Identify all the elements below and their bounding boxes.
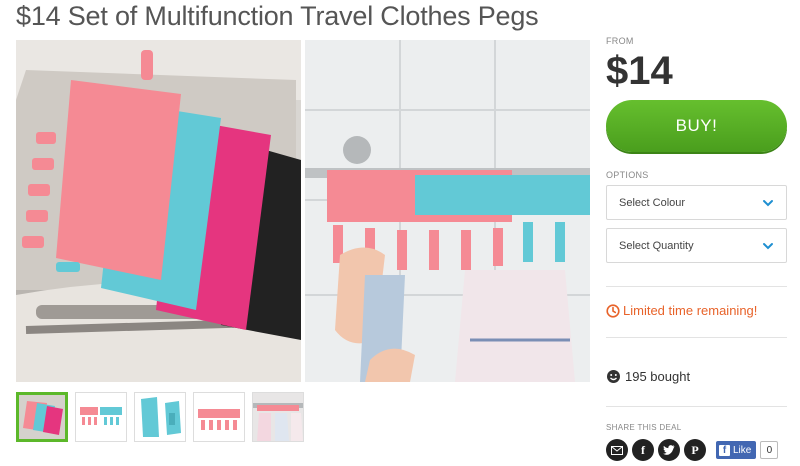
chevron-down-icon	[763, 199, 773, 206]
thumbnail-5[interactable]	[252, 392, 304, 442]
select-colour-dropdown[interactable]: Select Colour	[606, 185, 787, 220]
main-product-image[interactable]	[16, 40, 590, 382]
bought-count-text: 195 bought	[625, 369, 691, 384]
chevron-down-icon	[763, 242, 773, 249]
limited-time-notice: Limited time remaining!	[606, 303, 757, 318]
from-label: FROM	[606, 36, 634, 46]
facebook-like-count: 0	[760, 441, 779, 459]
twitter-icon[interactable]	[658, 439, 680, 461]
pinterest-icon[interactable]: P	[684, 439, 706, 461]
thumbnail-4[interactable]	[193, 392, 245, 442]
divider	[606, 286, 787, 287]
select-colour-label: Select Colour	[619, 196, 686, 209]
buy-button[interactable]: BUY!	[606, 100, 787, 152]
share-label: SHARE THIS DEAL	[606, 423, 682, 432]
select-quantity-dropdown[interactable]: Select Quantity	[606, 228, 787, 263]
divider	[606, 406, 787, 407]
limited-time-text: Limited time remaining!	[623, 303, 758, 318]
deal-title: $14 Set of Multifunction Travel Clothes …	[16, 1, 539, 31]
product-photo-bathroom	[305, 40, 590, 382]
thumbnail-2[interactable]	[75, 392, 127, 442]
facebook-like-button[interactable]: f Like	[716, 441, 757, 459]
divider	[606, 337, 787, 338]
product-photo-suitcase	[16, 40, 301, 382]
deal-price: $14	[606, 49, 673, 93]
bought-count: 195 bought	[606, 369, 690, 384]
thumbnail-3[interactable]	[134, 392, 186, 442]
share-buttons: f P f Like 0	[606, 439, 779, 461]
deal-sidebar: FROM $14 BUY! OPTIONS Select Colour Sele…	[606, 36, 787, 461]
facebook-like-label: Like	[733, 444, 752, 456]
email-icon[interactable]	[606, 439, 628, 461]
thumbnail-strip	[16, 392, 304, 442]
clock-icon	[606, 303, 620, 318]
select-quantity-label: Select Quantity	[619, 239, 694, 252]
facebook-icon[interactable]: f	[632, 439, 654, 461]
facebook-logo-icon: f	[719, 444, 730, 456]
thumbnail-1[interactable]	[16, 392, 68, 442]
smiley-icon	[607, 370, 620, 383]
options-label: OPTIONS	[606, 170, 649, 180]
